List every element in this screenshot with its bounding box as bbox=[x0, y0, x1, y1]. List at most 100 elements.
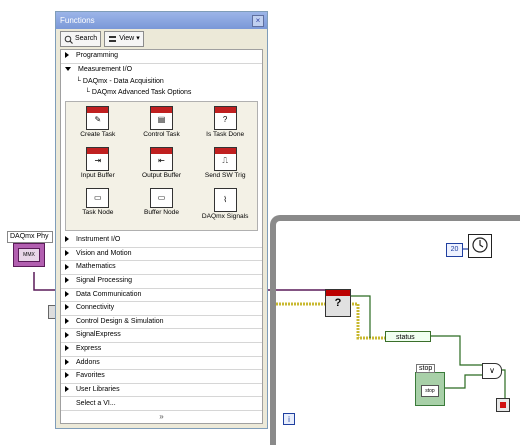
category-addons[interactable]: Addons bbox=[61, 357, 262, 371]
vi-input-buffer[interactable]: ⇥ Input Buffer bbox=[66, 145, 130, 186]
close-icon[interactable]: × bbox=[252, 15, 264, 27]
is-task-done-icon: ? bbox=[213, 106, 237, 131]
vi-send-sw-trig[interactable]: ⎍ Send SW Trig bbox=[193, 145, 257, 186]
search-icon bbox=[64, 35, 73, 44]
task-node-icon: ▭ bbox=[86, 188, 110, 209]
subpath-label: DAQmx Advanced Task Options bbox=[91, 89, 192, 97]
wait-ms-vi[interactable] bbox=[468, 234, 492, 258]
expand-arrow-icon bbox=[65, 372, 69, 379]
vi-icon-grid: ✎ Create Task ▤ Control Task ? Is Task Done… bbox=[65, 101, 258, 232]
expand-arrow-icon bbox=[65, 304, 69, 311]
vi-label: Output Buffer bbox=[141, 172, 182, 180]
category-signal-processing[interactable]: Signal Processing bbox=[61, 275, 262, 289]
category-label: Control Design & Simulation bbox=[76, 317, 164, 325]
vi-control-task[interactable]: ▤ Control Task bbox=[130, 104, 194, 145]
stop-label: stop bbox=[416, 364, 436, 373]
expand-arrow-icon bbox=[65, 277, 69, 284]
control-task-icon: ▤ bbox=[149, 106, 173, 131]
view-label: View bbox=[119, 35, 135, 42]
category-instrument-io[interactable]: Instrument I/O bbox=[61, 234, 262, 248]
daqmx-control-label: DAQmx Phy bbox=[7, 231, 53, 243]
category-signalexpress[interactable]: SignalExpress bbox=[61, 329, 262, 343]
vi-buffer-node[interactable]: ▭ Buffer Node bbox=[130, 186, 194, 227]
is-task-done-node[interactable]: ? bbox=[325, 289, 351, 317]
collapse-arrow-icon bbox=[65, 66, 71, 71]
vi-daqmx-signals[interactable]: ⌇ DAQmx Signals bbox=[193, 186, 257, 227]
buffer-node-icon: ▭ bbox=[149, 188, 173, 209]
palette-toolbar: Search View ▾ bbox=[56, 29, 267, 49]
category-vision-and-motion[interactable]: Vision and Motion bbox=[61, 248, 262, 262]
category-label: Vision and Motion bbox=[76, 249, 132, 257]
category-label: Data Communication bbox=[76, 290, 142, 298]
subpath-label: DAQmx - Data Acquisition bbox=[82, 78, 164, 86]
chevron-down-icon: ▾ bbox=[136, 35, 140, 42]
daqmx-control-inner: MMX bbox=[18, 248, 40, 262]
category-connectivity[interactable]: Connectivity bbox=[61, 302, 262, 316]
select-a-vi[interactable]: Select a VI... bbox=[61, 397, 262, 412]
vi-label: Control Task bbox=[143, 131, 180, 139]
vi-output-buffer[interactable]: ⇤ Output Buffer bbox=[130, 145, 194, 186]
palette-titlebar[interactable]: Functions × bbox=[56, 12, 267, 29]
vi-label: Create Task bbox=[80, 131, 116, 139]
category-measurement-io[interactable]: Measurement I/O bbox=[61, 64, 262, 77]
expand-arrow-icon bbox=[65, 236, 69, 243]
vi-label: Is Task Done bbox=[206, 131, 245, 139]
category-label: Programming bbox=[76, 52, 119, 59]
subpalette-path-advanced[interactable]: └ DAQmx Advanced Task Options bbox=[61, 87, 262, 98]
expand-arrow-icon bbox=[65, 331, 69, 338]
daqmx-physical-channel-control[interactable]: DAQmx Phy MMX bbox=[7, 231, 53, 272]
category-list: Programming Measurement I/O └ DAQmx - Da… bbox=[60, 49, 263, 425]
palette-title: Functions bbox=[60, 16, 95, 25]
stop-button-icon: stop bbox=[421, 385, 439, 397]
search-button[interactable]: Search bbox=[60, 31, 102, 47]
palette-side-handle[interactable] bbox=[48, 305, 55, 319]
category-label: Favorites bbox=[76, 372, 105, 380]
category-programming[interactable]: Programming bbox=[61, 50, 262, 64]
category-label: Instrument I/O bbox=[76, 236, 121, 244]
vi-task-node[interactable]: ▭ Task Node bbox=[66, 186, 130, 227]
send-sw-trig-icon: ⎍ bbox=[213, 147, 237, 172]
vi-label: Input Buffer bbox=[80, 172, 115, 180]
daqmx-control-terminal[interactable]: MMX bbox=[13, 243, 45, 267]
category-label: SignalExpress bbox=[76, 331, 121, 339]
vi-label: Buffer Node bbox=[143, 209, 180, 217]
clock-icon bbox=[472, 237, 488, 253]
stop-control[interactable]: stop stop bbox=[415, 364, 445, 406]
category-label: Signal Processing bbox=[76, 276, 133, 284]
expand-arrow-icon bbox=[65, 385, 69, 392]
category-label: User Libraries bbox=[76, 385, 120, 393]
category-user-libraries[interactable]: User Libraries bbox=[61, 384, 262, 398]
vi-is-task-done[interactable]: ? Is Task Done bbox=[193, 104, 257, 145]
category-favorites[interactable]: Favorites bbox=[61, 370, 262, 384]
category-label: Addons bbox=[76, 358, 100, 366]
category-label: Connectivity bbox=[76, 304, 115, 312]
view-button[interactable]: View ▾ bbox=[104, 31, 144, 47]
iteration-terminal[interactable]: i bbox=[283, 413, 295, 425]
vi-label: Send SW Trig bbox=[204, 172, 246, 180]
expand-arrow-icon bbox=[65, 358, 69, 365]
vi-create-task[interactable]: ✎ Create Task bbox=[66, 104, 130, 145]
numeric-constant[interactable]: 20 bbox=[446, 243, 463, 257]
category-control-design[interactable]: Control Design & Simulation bbox=[61, 316, 262, 330]
expand-arrow-icon bbox=[65, 317, 69, 324]
or-function[interactable]: ∨ bbox=[482, 363, 502, 379]
expand-arrow-icon bbox=[65, 345, 69, 352]
category-mathematics[interactable]: Mathematics bbox=[61, 261, 262, 275]
expand-arrow-icon bbox=[65, 249, 69, 256]
subpalette-path-daqmx[interactable]: └ DAQmx - Data Acquisition bbox=[61, 76, 262, 87]
create-task-icon: ✎ bbox=[86, 106, 110, 131]
category-express[interactable]: Express bbox=[61, 343, 262, 357]
more-chevron-icon[interactable]: » bbox=[61, 411, 262, 423]
loop-condition-terminal[interactable] bbox=[496, 398, 510, 412]
category-label: Mathematics bbox=[76, 263, 116, 271]
expand-arrow-icon bbox=[65, 263, 69, 270]
vi-label: DAQmx Signals bbox=[201, 213, 249, 221]
category-data-communication[interactable]: Data Communication bbox=[61, 289, 262, 303]
category-list-bottom: Instrument I/O Vision and Motion Mathema… bbox=[61, 234, 262, 398]
output-buffer-icon: ⇤ bbox=[149, 147, 173, 172]
expand-arrow-icon bbox=[65, 52, 69, 59]
view-icon bbox=[109, 35, 117, 42]
status-indicator[interactable]: status bbox=[385, 331, 431, 342]
functions-palette[interactable]: Functions × Search View ▾ Programming Me… bbox=[55, 11, 268, 429]
expand-arrow-icon bbox=[65, 290, 69, 297]
